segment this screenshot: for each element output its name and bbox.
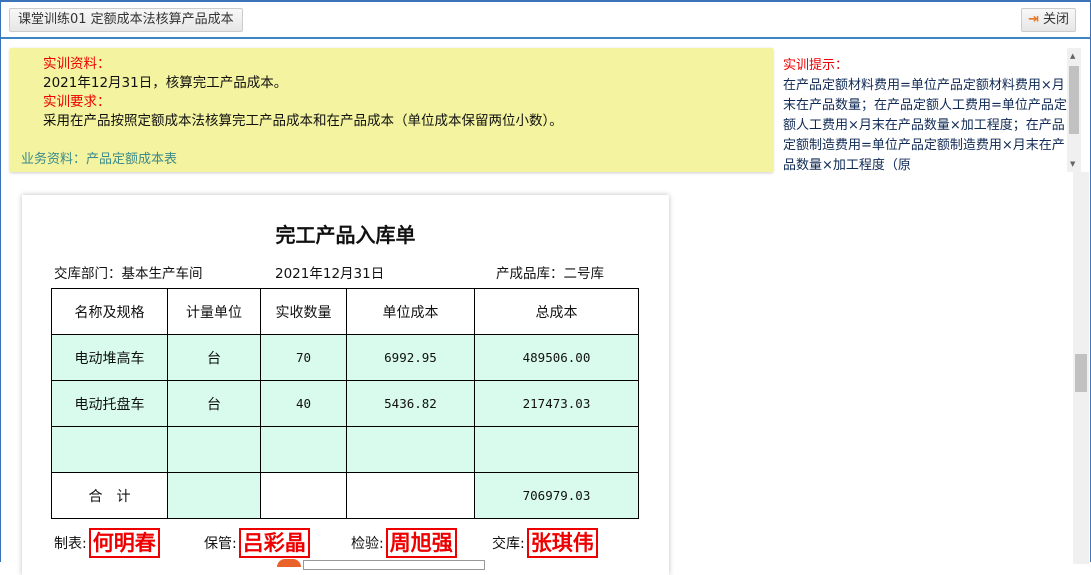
top-bar: 课堂训练01 定额成本法核算产品成本 ⇥ 关闭: [1, 2, 1090, 39]
exit-icon: ⇥: [1028, 12, 1039, 27]
scroll-up-icon[interactable]: ▲: [1070, 52, 1075, 60]
cell-name[interactable]: 电动堆高车: [51, 334, 168, 381]
cell-unit-cost[interactable]: 6992.95: [346, 334, 475, 381]
col-header: 总成本: [474, 288, 639, 335]
table-row: 电动堆高车 台 70 6992.95 489506.00: [51, 334, 639, 381]
hint-scrollbar[interactable]: ▲ ▼: [1067, 48, 1081, 172]
cell-unit[interactable]: 台: [167, 380, 261, 427]
signature-inspector: 检验: 周旭强: [351, 528, 457, 558]
hint-label: 实训提示：: [783, 58, 849, 73]
material-text: 2021年12月31日，核算完工产品成本。: [43, 75, 288, 91]
table-row: [51, 426, 639, 473]
role-label: 检验:: [351, 536, 384, 552]
warehouse-receipt: 完工产品入库单 交库部门：基本生产车间 2021年12月31日 产成品库：二号库…: [22, 195, 669, 575]
hint-panel: 实训提示： 在产品定额材料费用=单位产品定额材料费用×月末在产品数量；在产品定额…: [777, 48, 1067, 172]
signature-preparer: 制表: 何明春: [54, 528, 160, 558]
cell-total-cost[interactable]: [474, 426, 639, 473]
training-info-panel: 实训资料： 2021年12月31日，核算完工产品成本。 实训要求： 采用在产品按…: [10, 48, 773, 172]
col-header: 计量单位: [167, 288, 261, 335]
col-header: 单位成本: [346, 288, 475, 335]
close-label: 关闭: [1042, 12, 1069, 27]
pen-icon: [277, 559, 301, 567]
signature-keeper: 保管: 吕彩晶: [204, 528, 310, 558]
cell-unit[interactable]: [167, 426, 261, 473]
date: 2021年12月31日: [275, 266, 385, 282]
material-label: 实训资料：: [43, 56, 111, 72]
dept: 交库部门：基本生产车间: [54, 266, 203, 282]
doc-title: 完工产品入库单: [275, 223, 416, 247]
cell-total-cost[interactable]: 217473.03: [474, 380, 639, 427]
cell-qty[interactable]: 70: [260, 334, 347, 381]
role-label: 交库:: [492, 536, 525, 552]
close-button[interactable]: ⇥ 关闭: [1021, 8, 1076, 32]
requirement-label: 实训要求：: [43, 94, 111, 110]
total-amount[interactable]: 706979.03: [474, 472, 639, 519]
total-unit[interactable]: [167, 472, 261, 519]
store: 产成品库：二号库: [496, 266, 604, 282]
total-unit-cost: [346, 472, 475, 519]
name-stamp: 吕彩晶: [238, 528, 310, 558]
header-row: 名称及规格 计量单位 实收数量 单位成本 总成本: [51, 288, 639, 335]
name-stamp: 何明春: [88, 528, 160, 558]
main-scrollbar[interactable]: [1073, 172, 1089, 564]
requirement-text: 采用在产品按照定额成本法核算完工产品成本和在产品成本（单位成本保留两位小数）。: [43, 113, 563, 129]
main-scroll-thumb[interactable]: [1075, 354, 1087, 392]
col-header: 实收数量: [260, 288, 347, 335]
name-stamp: 周旭强: [385, 528, 457, 558]
signature-deliverer: 交库: 张琪伟: [492, 528, 598, 558]
cell-unit[interactable]: 台: [167, 334, 261, 381]
total-row: 合 计 706979.03: [51, 472, 639, 519]
scroll-down-icon[interactable]: ▼: [1070, 160, 1075, 168]
col-header: 名称及规格: [51, 288, 168, 335]
role-label: 制表:: [54, 536, 87, 552]
role-label: 保管:: [204, 536, 237, 552]
cell-unit-cost[interactable]: 5436.82: [346, 380, 475, 427]
total-qty: [260, 472, 347, 519]
cell-total-cost[interactable]: 489506.00: [474, 334, 639, 381]
cell-name[interactable]: [51, 426, 168, 473]
table-row: 电动托盘车 台 40 5436.82 217473.03: [51, 380, 639, 427]
name-stamp: 张琪伟: [526, 528, 598, 558]
receipt-table: 名称及规格 计量单位 实收数量 单位成本 总成本 电动堆高车 台 70 6992…: [51, 288, 639, 519]
business-data-link[interactable]: 业务资料：产品定额成本表: [21, 150, 177, 169]
total-label: 合 计: [51, 472, 168, 519]
cell-unit-cost[interactable]: [346, 426, 475, 473]
scroll-thumb[interactable]: [1069, 66, 1079, 134]
cell-name[interactable]: 电动托盘车: [51, 380, 168, 427]
cell-qty[interactable]: [260, 426, 347, 473]
exercise-tab[interactable]: 课堂训练01 定额成本法核算产品成本: [9, 8, 243, 32]
cell-qty[interactable]: 40: [260, 380, 347, 427]
hint-text: 在产品定额材料费用=单位产品定额材料费用×月末在产品数量；在产品定额人工费用=单…: [783, 78, 1067, 172]
